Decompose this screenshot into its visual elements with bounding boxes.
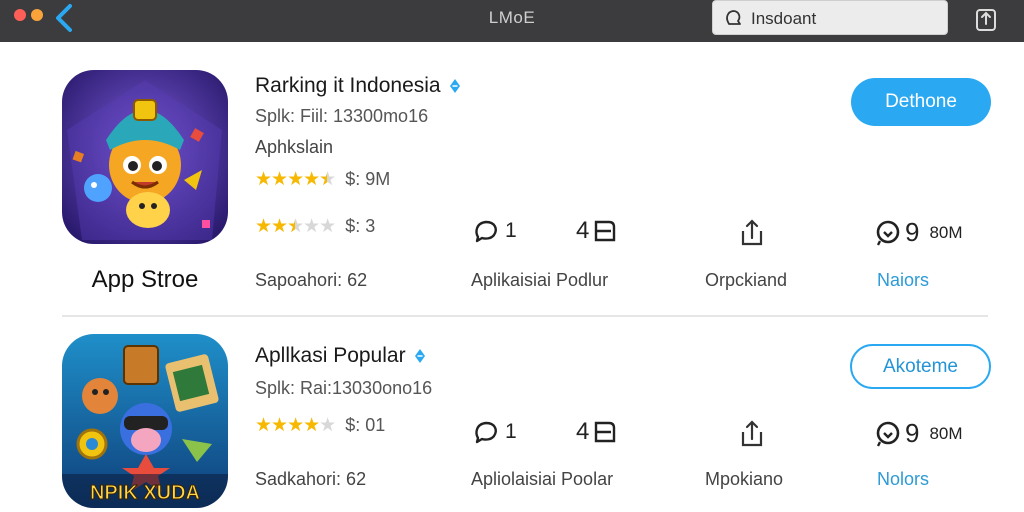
- verified-icon: [414, 349, 425, 364]
- count-value: 4: [576, 418, 590, 445]
- download-circle-icon: [876, 220, 900, 246]
- star-rating-icon: ★★★★★: [255, 415, 336, 436]
- search-icon: [726, 10, 741, 25]
- count-value: 4: [576, 217, 590, 244]
- app-size-info: Splk: Fiil: 13300mo16: [255, 106, 429, 126]
- meta-label: Orpckiand: [705, 270, 788, 290]
- downloads-value: 9: [905, 217, 920, 247]
- comments-stat[interactable]: 1: [473, 418, 517, 446]
- app-icon-game-collage[interactable]: NPIK XUDA: [62, 334, 228, 508]
- app-size-info: Splk: Rai:13030ono16: [255, 378, 433, 398]
- verified-icon: [449, 79, 460, 94]
- share-icon: [741, 219, 763, 246]
- share-stat[interactable]: [738, 418, 766, 448]
- share-icon[interactable]: [972, 4, 1000, 32]
- search-text: Insdoant: [751, 9, 817, 28]
- rating-primary: ★★★★★ $: 01: [255, 414, 385, 437]
- meta-label: Sapoahori: 62: [255, 270, 368, 290]
- star-rating-icon: ★★★★★★: [255, 216, 336, 237]
- star-rating-icon: ★★★★★★: [255, 169, 336, 190]
- rating-secondary: ★★★★★★ $: 3: [255, 215, 375, 238]
- document-icon: [595, 220, 616, 242]
- downloads-unit: 80M: [929, 423, 963, 443]
- count-stat: 4: [576, 217, 617, 245]
- meta-label: Aplikaisiai Podlur: [471, 270, 609, 290]
- rating-label: $: 01: [345, 415, 386, 435]
- downloads-value: 9: [905, 418, 920, 448]
- store-caption: App Stroe: [91, 266, 199, 293]
- share-icon: [741, 420, 763, 447]
- get-app-button[interactable]: Dethone: [851, 78, 991, 126]
- icon-banner-text: NPIK XUDA: [90, 482, 200, 504]
- downloads-unit: 80M: [929, 222, 963, 242]
- comments-stat[interactable]: 1: [473, 217, 517, 245]
- document-icon: [595, 421, 616, 443]
- app-category: Aphkslain: [255, 137, 334, 157]
- app-list-item[interactable]: App Stroe Rarking it Indonesia Splk: Fii…: [0, 42, 1024, 318]
- meta-label: Sadkahori: 62: [255, 469, 367, 489]
- download-circle-icon: [876, 421, 900, 447]
- rating-primary: ★★★★★★ $: 9M: [255, 168, 390, 191]
- meta-label: Apliolaisiai Poolar: [471, 469, 614, 489]
- search-input[interactable]: Insdoant: [712, 0, 948, 35]
- app-icon-game-character[interactable]: [62, 70, 228, 244]
- downloads-stat: 9 80M: [875, 217, 963, 248]
- title-bar: LMoE Insdoant: [0, 0, 1024, 42]
- comments-count: 1: [505, 420, 517, 443]
- divider: [62, 315, 988, 317]
- app-title[interactable]: Apllkasi Popular: [255, 344, 426, 368]
- app-title-text: Rarking it Indonesia: [255, 74, 441, 97]
- meta-link[interactable]: Nolors: [877, 469, 929, 490]
- meta-link[interactable]: Naiors: [877, 270, 929, 291]
- comment-bubble-icon: [475, 421, 497, 444]
- app-title-text: Apllkasi Popular: [255, 344, 406, 367]
- app-title[interactable]: Rarking it Indonesia: [255, 74, 461, 98]
- comments-count: 1: [505, 219, 517, 242]
- comment-bubble-icon: [475, 220, 497, 243]
- meta-label: Mpokiano: [705, 469, 784, 489]
- get-app-button[interactable]: Akoteme: [850, 344, 991, 389]
- downloads-stat: 9 80M: [875, 418, 963, 449]
- rating-label: $: 3: [345, 216, 376, 236]
- rating-label: $: 9M: [345, 169, 391, 189]
- app-list-item[interactable]: NPIK XUDA Apllkasi Popular Splk: Rai:130…: [0, 318, 1024, 512]
- count-stat: 4: [576, 418, 617, 446]
- share-stat[interactable]: [738, 217, 766, 247]
